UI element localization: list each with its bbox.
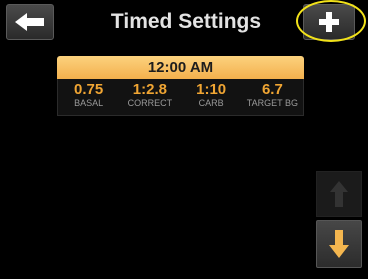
carb-label: CARB (198, 98, 224, 108)
arrow-down-icon (329, 230, 349, 258)
add-segment-button[interactable] (303, 4, 355, 40)
segment-time: 12:00 AM (57, 56, 304, 79)
time-segment-card[interactable]: 12:00 AM 0.75 BASAL 1:2.8 CORRECT 1:10 C… (57, 56, 304, 119)
carb-cell: 1:10 CARB (181, 79, 242, 115)
back-button[interactable] (6, 4, 54, 40)
basal-label: BASAL (74, 98, 104, 108)
top-bar: Timed Settings (0, 0, 368, 46)
plus-icon (319, 12, 339, 32)
target-bg-cell: 6.7 TARGET BG (242, 79, 303, 115)
arrow-left-icon (15, 13, 44, 31)
target-bg-value: 6.7 (261, 81, 283, 98)
page-title: Timed Settings (110, 10, 262, 33)
arrow-up-icon (330, 181, 348, 207)
carb-value: 1:10 (196, 81, 227, 98)
correct-cell: 1:2.8 CORRECT (119, 79, 180, 115)
target-bg-label: TARGET BG (246, 98, 298, 108)
correct-label: CORRECT (127, 98, 173, 108)
basal-cell: 0.75 BASAL (58, 79, 119, 115)
correct-value: 1:2.8 (132, 81, 167, 98)
scroll-up-button[interactable] (316, 171, 362, 217)
scroll-down-button[interactable] (316, 220, 362, 268)
basal-value: 0.75 (74, 81, 104, 98)
segment-values: 0.75 BASAL 1:2.8 CORRECT 1:10 CARB 6.7 T… (57, 79, 304, 116)
